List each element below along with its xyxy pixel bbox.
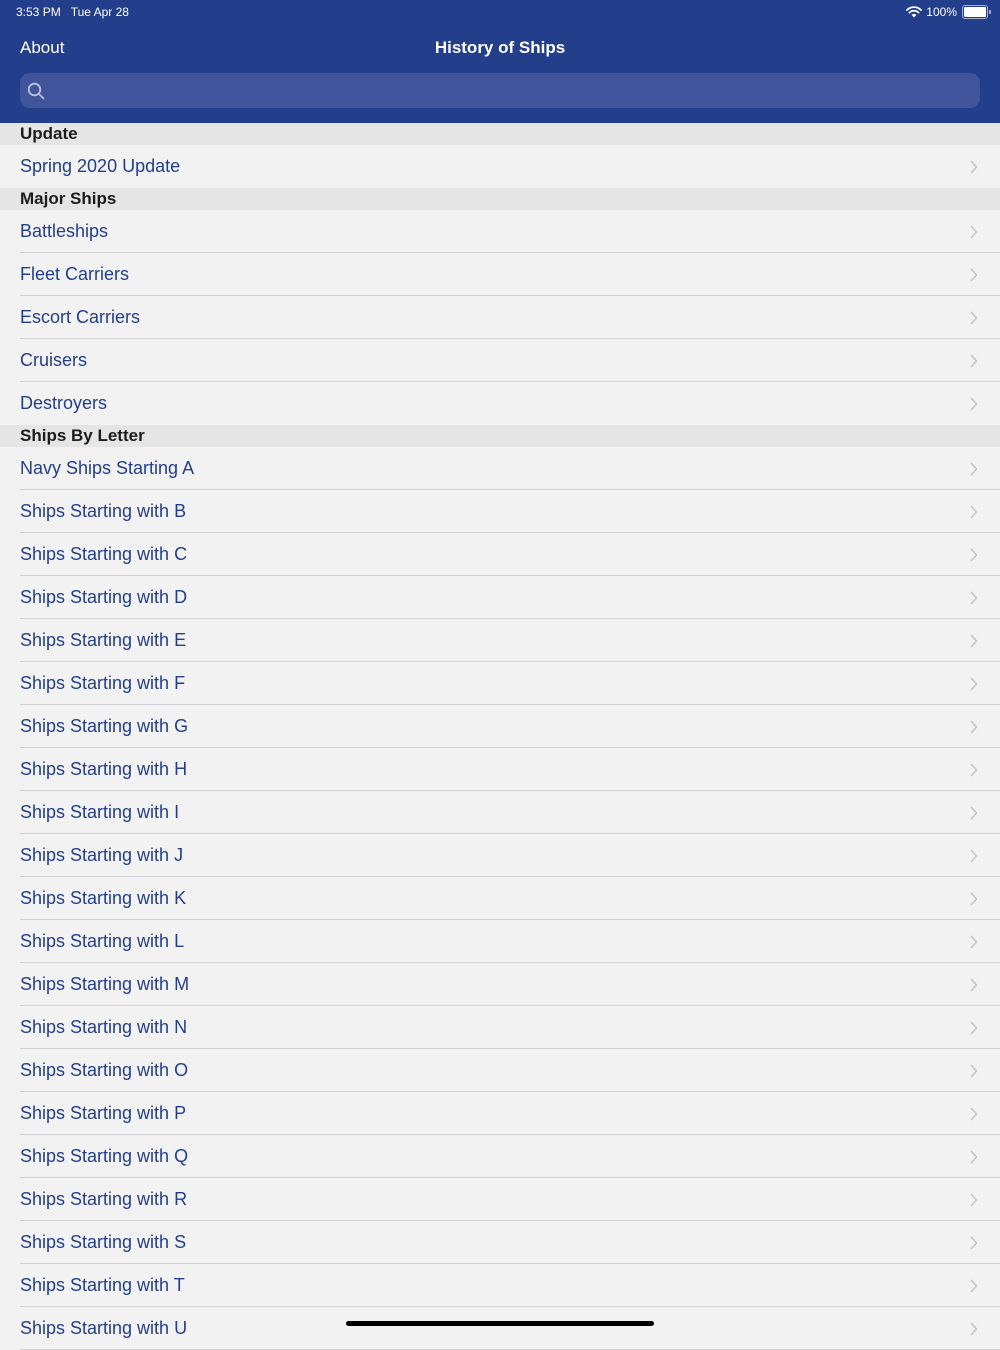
list-item[interactable]: Escort Carriers	[0, 296, 1000, 339]
list-item[interactable]: Ships Starting with O	[0, 1049, 1000, 1092]
list-item-label: Navy Ships Starting A	[20, 458, 195, 478]
chevron-right-icon	[970, 892, 978, 906]
list-item[interactable]: Ships Starting with U	[0, 1307, 1000, 1350]
list-item[interactable]: Ships Starting with F	[0, 662, 1000, 705]
ships-list: Update Spring 2020 Update Major Ships Battl…	[0, 123, 1000, 1350]
chevron-right-icon	[970, 1279, 978, 1293]
chevron-right-icon	[970, 763, 978, 777]
chevron-right-icon	[970, 397, 978, 411]
chevron-right-icon	[970, 1064, 978, 1078]
battery-percent: 100%	[926, 5, 957, 19]
list-item[interactable]: Ships Starting with K	[0, 877, 1000, 920]
chevron-right-icon	[970, 1107, 978, 1121]
list-item[interactable]: Destroyers	[0, 382, 1000, 425]
home-indicator[interactable]	[346, 1321, 654, 1326]
list-item-label: Ships Starting with N	[20, 1017, 188, 1037]
list-item-label: Ships Starting with J	[20, 845, 184, 865]
list-item[interactable]: Ships Starting with P	[0, 1092, 1000, 1135]
chevron-right-icon	[970, 462, 978, 476]
chevron-right-icon	[970, 505, 978, 519]
list-item[interactable]: Ships Starting with M	[0, 963, 1000, 1006]
section-header: Major Ships	[0, 188, 1000, 210]
list-item-label: Battleships	[20, 221, 109, 241]
list-item-label: Destroyers	[20, 393, 108, 413]
search-bar[interactable]	[20, 73, 980, 108]
chevron-right-icon	[970, 1322, 978, 1336]
list-item-label: Escort Carriers	[20, 307, 141, 327]
list-item-label: Ships Starting with R	[20, 1189, 188, 1209]
chevron-right-icon	[970, 1236, 978, 1250]
list-item[interactable]: Fleet Carriers	[0, 253, 1000, 296]
chevron-right-icon	[970, 354, 978, 368]
list-item[interactable]: Spring 2020 Update	[0, 145, 1000, 188]
chevron-right-icon	[970, 1193, 978, 1207]
navigation-header: 3:53 PM Tue Apr 28 100% About History of …	[0, 0, 1000, 123]
list-item-label: Ships Starting with U	[20, 1318, 188, 1338]
list-item[interactable]: Navy Ships Starting A	[0, 447, 1000, 490]
chevron-right-icon	[970, 311, 978, 325]
chevron-right-icon	[970, 268, 978, 282]
list-item-label: Ships Starting with G	[20, 716, 189, 736]
chevron-right-icon	[970, 1021, 978, 1035]
chevron-right-icon	[970, 160, 978, 174]
list-item[interactable]: Ships Starting with Q	[0, 1135, 1000, 1178]
list-item[interactable]: Ships Starting with J	[0, 834, 1000, 877]
list-item[interactable]: Cruisers	[0, 339, 1000, 382]
chevron-right-icon	[970, 634, 978, 648]
list-item-label: Ships Starting with K	[20, 888, 187, 908]
battery-icon	[962, 5, 991, 19]
list-item-label: Fleet Carriers	[20, 264, 130, 284]
chevron-right-icon	[970, 591, 978, 605]
list-item-label: Ships Starting with F	[20, 673, 186, 693]
list-item[interactable]: Ships Starting with E	[0, 619, 1000, 662]
list-item-label: Ships Starting with P	[20, 1103, 187, 1123]
list-item-label: Ships Starting with S	[20, 1232, 187, 1252]
chevron-right-icon	[970, 677, 978, 691]
list-item[interactable]: Ships Starting with H	[0, 748, 1000, 791]
chevron-right-icon	[970, 720, 978, 734]
list-item-label: Spring 2020 Update	[20, 156, 181, 176]
list-item-label: Ships Starting with Q	[20, 1146, 189, 1166]
chevron-right-icon	[970, 849, 978, 863]
list-item-label: Ships Starting with L	[20, 931, 185, 951]
list-item-label: Ships Starting with B	[20, 501, 187, 521]
list-item-label: Cruisers	[20, 350, 88, 370]
status-time: 3:53 PM Tue Apr 28	[16, 5, 129, 19]
list-item-label: Ships Starting with O	[20, 1060, 189, 1080]
page-title: History of Ships	[434, 38, 566, 57]
status-time-value: 3:53 PM	[16, 5, 61, 19]
list-item[interactable]: Ships Starting with G	[0, 705, 1000, 748]
list-item[interactable]: Ships Starting with C	[0, 533, 1000, 576]
chevron-right-icon	[970, 225, 978, 239]
list-item[interactable]: Ships Starting with L	[0, 920, 1000, 963]
wifi-icon	[906, 6, 923, 18]
chevron-right-icon	[970, 1150, 978, 1164]
list-item[interactable]: Ships Starting with I	[0, 791, 1000, 834]
list-item-label: Ships Starting with T	[20, 1275, 185, 1295]
list-item[interactable]: Ships Starting with N	[0, 1006, 1000, 1049]
status-date-value: Tue Apr 28	[70, 5, 129, 19]
search-icon	[27, 82, 45, 100]
chevron-right-icon	[970, 806, 978, 820]
list-item[interactable]: Battleships	[0, 210, 1000, 253]
chevron-right-icon	[970, 978, 978, 992]
list-item-label: Ships Starting with H	[20, 759, 188, 779]
list-item[interactable]: Ships Starting with B	[0, 490, 1000, 533]
list-item-label: Ships Starting with I	[20, 802, 180, 822]
chevron-right-icon	[970, 935, 978, 949]
section-header: Ships By Letter	[0, 425, 1000, 447]
list-item[interactable]: Ships Starting with T	[0, 1264, 1000, 1307]
list-item-label: Ships Starting with M	[20, 974, 190, 994]
list-item[interactable]: Ships Starting with R	[0, 1178, 1000, 1221]
list-item-label: Ships Starting with E	[20, 630, 187, 650]
list-item[interactable]: Ships Starting with S	[0, 1221, 1000, 1264]
list-item-label: Ships Starting with D	[20, 587, 188, 607]
search-input[interactable]	[51, 74, 980, 107]
list-item[interactable]: Ships Starting with D	[0, 576, 1000, 619]
section-header: Update	[0, 123, 1000, 145]
chevron-right-icon	[970, 548, 978, 562]
status-indicators: 100%	[906, 4, 991, 20]
list-item-label: Ships Starting with C	[20, 544, 188, 564]
